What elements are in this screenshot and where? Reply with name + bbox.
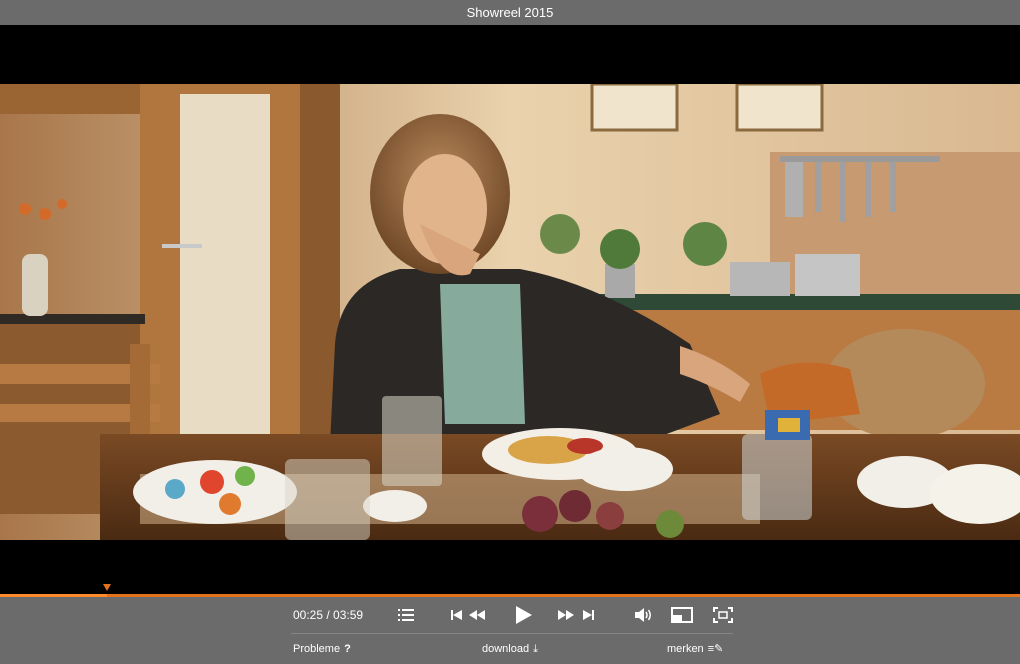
video-frame-image bbox=[0, 84, 1020, 540]
remember-link[interactable]: merken ≡✎ bbox=[667, 641, 723, 657]
skip-forward-icon[interactable] bbox=[581, 607, 595, 623]
download-icon: ⤓ bbox=[533, 643, 538, 655]
remember-label: merken bbox=[667, 643, 704, 655]
download-link[interactable]: download ⤓ bbox=[482, 641, 538, 657]
list-icon[interactable] bbox=[396, 606, 416, 624]
playhead-marker[interactable] bbox=[103, 584, 112, 591]
bookmark-edit-icon: ≡✎ bbox=[707, 643, 724, 655]
download-label: download bbox=[482, 643, 530, 655]
picture-in-picture-icon[interactable] bbox=[669, 605, 695, 625]
play-icon[interactable] bbox=[513, 605, 535, 625]
question-icon: ? bbox=[344, 643, 351, 655]
control-divider bbox=[291, 633, 733, 634]
control-bar: 00:25 / 03:59 Probleme ? download ⤓ merk… bbox=[0, 597, 1020, 664]
volume-icon[interactable] bbox=[634, 606, 654, 624]
window-title: Showreel 2015 bbox=[0, 0, 1020, 25]
video-area[interactable] bbox=[0, 25, 1020, 594]
fullscreen-icon[interactable] bbox=[711, 605, 735, 625]
skip-back-icon[interactable] bbox=[449, 607, 463, 623]
video-frame[interactable] bbox=[0, 84, 1020, 540]
time-display: 00:25 / 03:59 bbox=[293, 608, 364, 622]
fast-forward-icon[interactable] bbox=[557, 607, 575, 623]
problems-label: Probleme bbox=[293, 643, 341, 655]
rewind-icon[interactable] bbox=[468, 607, 486, 623]
problems-link[interactable]: Probleme ? bbox=[293, 641, 351, 657]
